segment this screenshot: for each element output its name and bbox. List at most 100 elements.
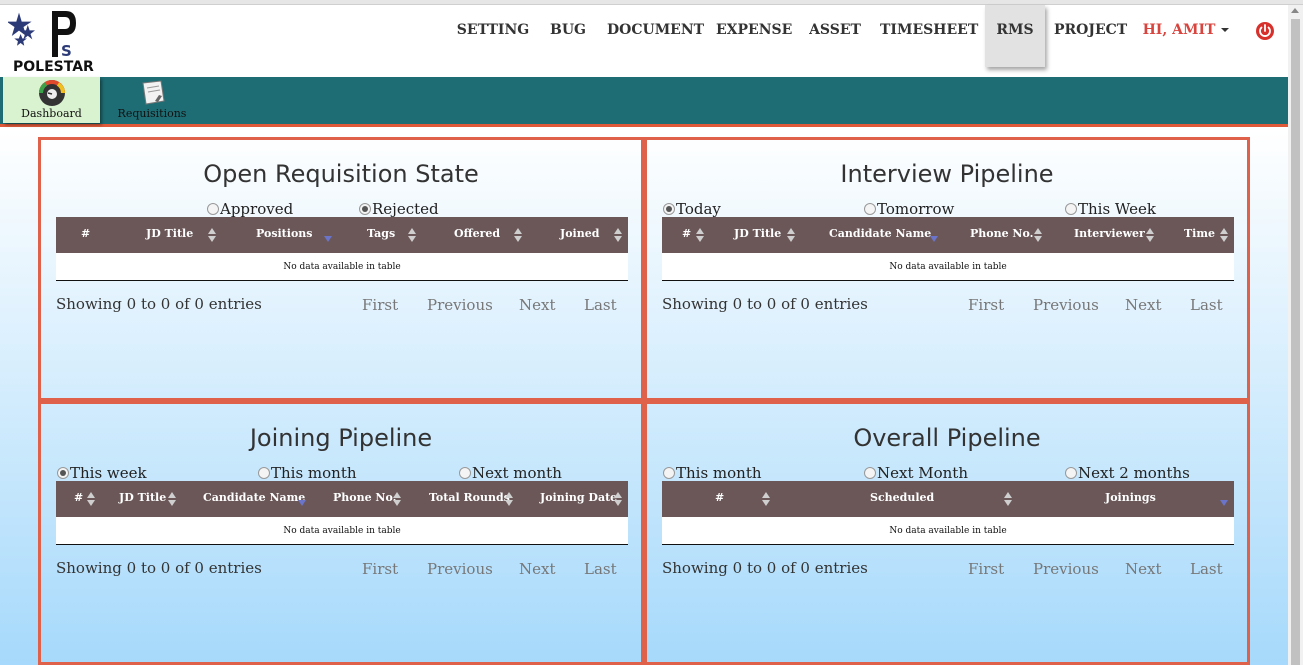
col-candidate-name[interactable]: Candidate Name [829, 217, 931, 253]
radio-circle [663, 467, 675, 479]
nav-document[interactable]: DOCUMENT [607, 5, 704, 67]
radio-approved[interactable]: Approved [207, 200, 293, 218]
radio-next-month[interactable]: Next month [459, 464, 562, 482]
col-jd-title[interactable]: JD Title [119, 481, 166, 517]
vertical-scrollbar[interactable] [1288, 5, 1303, 665]
col-scheduled[interactable]: Scheduled [870, 481, 934, 517]
subnav-dashboard[interactable]: Dashboard [3, 77, 100, 123]
radio-label: This month [271, 464, 357, 482]
caret-down-icon [1221, 28, 1230, 32]
svg-text:S: S [61, 42, 72, 59]
pager-last[interactable]: Last [1190, 560, 1223, 578]
interview-pipeline-panel: Interview Pipeline Today Tomorrow This W… [644, 137, 1250, 401]
pager-first[interactable]: First [362, 296, 398, 314]
pager-previous[interactable]: Previous [1033, 296, 1099, 314]
radio-rejected[interactable]: Rejected [359, 200, 439, 218]
radio-tomorrow[interactable]: Tomorrow [864, 200, 954, 218]
col-tags[interactable]: Tags [367, 217, 395, 253]
empty-row: No data available in table [662, 517, 1234, 545]
pager-previous[interactable]: Previous [1033, 560, 1099, 578]
col-total-rounds[interactable]: Total Rounds [429, 481, 510, 517]
table-info: Showing 0 to 0 of 0 entries [56, 295, 262, 313]
empty-row: No data available in table [56, 253, 628, 281]
col-joined[interactable]: Joined [560, 217, 599, 253]
pager-first[interactable]: First [362, 560, 398, 578]
radio-next-month[interactable]: Next Month [864, 464, 968, 482]
dashboard-content: Open Requisition State Approved Rejected… [0, 130, 1288, 665]
radio-label: This month [676, 464, 762, 482]
col-hash[interactable]: # [81, 217, 90, 253]
col-interviewer[interactable]: Interviewer [1074, 217, 1145, 253]
col-joinings[interactable]: Joinings [1105, 481, 1156, 517]
panel-title: Open Requisition State [203, 160, 479, 188]
empty-row: No data available in table [662, 253, 1234, 281]
polestar-logo[interactable]: S POLESTAR [8, 7, 94, 75]
col-hash[interactable]: # [682, 217, 691, 253]
col-joining-date[interactable]: Joining Date [540, 481, 617, 517]
nav-rms[interactable]: RMS [985, 5, 1045, 67]
nav-setting[interactable]: SETTING [455, 5, 531, 67]
pager-previous[interactable]: Previous [427, 560, 493, 578]
pager-next[interactable]: Next [1125, 560, 1162, 578]
sort-icon [505, 492, 513, 506]
col-hash[interactable]: # [74, 481, 83, 517]
user-menu[interactable]: HI, AMIT [1142, 5, 1230, 67]
pager-next[interactable]: Next [519, 560, 556, 578]
sort-desc-icon [1220, 500, 1228, 506]
sort-icon [614, 228, 622, 242]
sort-desc-icon [324, 236, 332, 242]
sort-icon [1034, 228, 1042, 242]
sort-desc-icon [930, 236, 938, 242]
document-icon [142, 80, 165, 105]
table-info: Showing 0 to 0 of 0 entries [662, 559, 868, 577]
nav-expense[interactable]: EXPENSE [716, 5, 792, 67]
col-jd-title[interactable]: JD Title [146, 217, 193, 253]
pager-first[interactable]: First [968, 560, 1004, 578]
radio-next-2-months[interactable]: Next 2 months [1065, 464, 1190, 482]
nav-project[interactable]: PROJECT [1054, 5, 1127, 67]
table-header: # Scheduled Joinings [662, 481, 1234, 517]
col-time[interactable]: Time [1184, 217, 1215, 253]
sort-icon [408, 228, 416, 242]
sort-icon [87, 492, 95, 506]
subnav-requisitions-label: Requisitions [117, 107, 187, 120]
radio-circle [864, 203, 876, 215]
col-phone[interactable]: Phone No. [970, 217, 1033, 253]
col-candidate-name[interactable]: Candidate Name [203, 481, 305, 517]
radio-this-week[interactable]: This Week [1065, 200, 1156, 218]
radio-today[interactable]: Today [663, 200, 721, 218]
power-icon[interactable] [1255, 21, 1275, 41]
pager-last[interactable]: Last [584, 560, 617, 578]
panel-title: Joining Pipeline [249, 424, 433, 452]
joining-table: # JD Title Candidate Name Phone No. Tota… [56, 481, 628, 545]
pager-last[interactable]: Last [1190, 296, 1223, 314]
nav-asset[interactable]: ASSET [808, 5, 862, 67]
radio-this-week[interactable]: This week [57, 464, 147, 482]
logo-star-icon: S [8, 11, 76, 59]
col-offered[interactable]: Offered [454, 217, 500, 253]
radio-this-month[interactable]: This month [663, 464, 762, 482]
pager-first[interactable]: First [968, 296, 1004, 314]
pager-last[interactable]: Last [584, 296, 617, 314]
nav-timesheet[interactable]: TIMESHEET [880, 5, 978, 67]
pager-next[interactable]: Next [519, 296, 556, 314]
logo-text: POLESTAR [13, 59, 94, 75]
pager-previous[interactable]: Previous [427, 296, 493, 314]
nav-bug[interactable]: BUG [548, 5, 588, 67]
overall-table: # Scheduled Joinings No data available i… [662, 481, 1234, 545]
scroll-up-icon[interactable] [1291, 8, 1299, 13]
col-phone[interactable]: Phone No. [333, 481, 396, 517]
col-jd-title[interactable]: JD Title [734, 217, 781, 253]
table-header: # JD Title Positions Tags Offered Joined [56, 217, 628, 253]
sort-desc-icon [298, 500, 306, 506]
col-positions[interactable]: Positions [256, 217, 312, 253]
scrollbar-thumb[interactable] [1291, 19, 1300, 665]
radio-this-month[interactable]: This month [258, 464, 357, 482]
pager-next[interactable]: Next [1125, 296, 1162, 314]
col-hash[interactable]: # [715, 481, 724, 517]
gauge-icon [38, 80, 65, 106]
subnav-requisitions[interactable]: Requisitions [110, 77, 194, 123]
radio-label: Next 2 months [1078, 464, 1190, 482]
sort-icon [1146, 228, 1154, 242]
radio-label: Next month [472, 464, 562, 482]
